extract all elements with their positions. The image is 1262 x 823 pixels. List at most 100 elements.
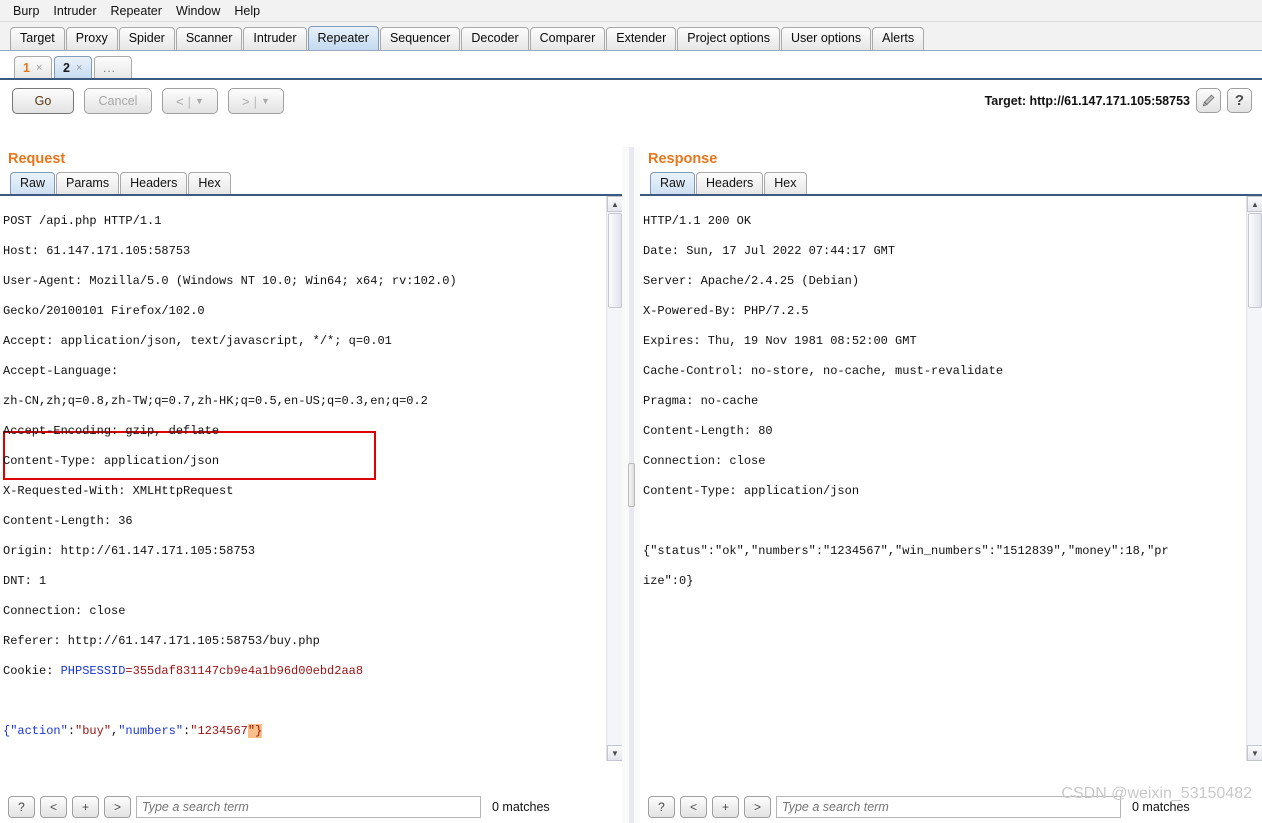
target-area: Target: http://61.147.171.105:58753 ? [985, 88, 1252, 113]
go-button[interactable]: Go [12, 88, 74, 114]
edit-target-button[interactable] [1196, 88, 1221, 113]
menu-bar: Burp Intruder Repeater Window Help [0, 0, 1262, 22]
repeater-tab-strip: 1 × 2 × ... [0, 51, 1262, 80]
search-add-button[interactable]: + [72, 796, 99, 818]
response-tab-raw[interactable]: Raw [650, 172, 696, 194]
request-tab-strip: Raw Params Headers Hex [0, 172, 622, 196]
repeater-tab-2[interactable]: 2 × [54, 56, 92, 78]
request-body-line: {"action":"buy","numbers":"1234567"} [3, 724, 622, 741]
back-button[interactable]: < | ▼ [162, 88, 218, 114]
request-response-panes: Request Raw Params Headers Hex POST /api… [0, 147, 1262, 823]
request-line: Origin: http://61.147.171.105:58753 [3, 544, 256, 558]
response-tab-headers[interactable]: Headers [696, 172, 764, 194]
request-line: POST /api.php HTTP/1.1 [3, 214, 162, 228]
request-tab-raw[interactable]: Raw [10, 172, 56, 194]
tab-extender[interactable]: Extender [606, 27, 677, 50]
request-line: Referer: http://61.147.171.105:58753/buy… [3, 634, 320, 648]
splitter-handle[interactable] [628, 463, 635, 507]
repeater-tab-add[interactable]: ... [94, 56, 132, 78]
request-line: Content-Length: 36 [3, 514, 133, 528]
chevron-right-icon: > [242, 93, 250, 109]
tab-comparer[interactable]: Comparer [529, 27, 606, 50]
response-line: Content-Type: application/json [643, 484, 860, 498]
body-key-numbers: "numbers" [118, 724, 184, 738]
search-prev-button[interactable]: < [680, 796, 707, 818]
search-prev-button[interactable]: < [40, 796, 67, 818]
request-line: X-Requested-With: XMLHttpRequest [3, 484, 234, 498]
request-search-bar: ? < + > 0 matches [0, 793, 622, 823]
request-raw-text[interactable]: POST /api.php HTTP/1.1 Host: 61.147.171.… [0, 196, 622, 761]
cookie-value: 355daf831147cb9e4a1b96d00ebd2aa8 [132, 664, 364, 678]
divider: | [187, 93, 192, 109]
search-next-button[interactable]: > [104, 796, 131, 818]
tab-user-options[interactable]: User options [780, 27, 872, 50]
body-value-buy: "buy" [75, 724, 112, 738]
menu-item-burp[interactable]: Burp [6, 2, 46, 20]
chevron-down-icon[interactable]: ▼ [261, 96, 270, 106]
close-icon[interactable]: × [76, 62, 82, 74]
tab-sequencer[interactable]: Sequencer [379, 27, 461, 50]
body-selection-highlight: "} [247, 724, 263, 738]
menu-item-window[interactable]: Window [169, 2, 227, 20]
response-raw-text[interactable]: HTTP/1.1 200 OK Date: Sun, 17 Jul 2022 0… [640, 196, 1262, 619]
request-line: Gecko/20100101 Firefox/102.0 [3, 304, 205, 318]
pane-splitter[interactable] [622, 147, 640, 823]
scroll-down-arrow[interactable]: ▼ [1247, 745, 1262, 761]
repeater-tab-1[interactable]: 1 × [14, 56, 52, 78]
body-key-action: "action" [10, 724, 68, 738]
search-help-button[interactable]: ? [8, 796, 35, 818]
repeater-tab-2-label: 2 [63, 60, 70, 75]
response-line: Content-Length: 80 [643, 424, 773, 438]
menu-item-repeater[interactable]: Repeater [104, 2, 169, 20]
response-line: Pragma: no-cache [643, 394, 759, 408]
request-tab-headers[interactable]: Headers [120, 172, 188, 194]
ellipsis-icon: ... [103, 60, 117, 75]
request-match-count: 0 matches [492, 800, 550, 814]
request-line: Connection: close [3, 604, 126, 618]
tab-project-options[interactable]: Project options [677, 27, 780, 50]
search-help-button[interactable]: ? [648, 796, 675, 818]
response-tab-strip: Raw Headers Hex [640, 172, 1262, 196]
request-editor[interactable]: POST /api.php HTTP/1.1 Host: 61.147.171.… [0, 196, 622, 761]
response-title: Response [648, 151, 718, 167]
request-line: User-Agent: Mozilla/5.0 (Windows NT 10.0… [3, 274, 457, 288]
tab-scanner[interactable]: Scanner [175, 27, 243, 50]
request-title: Request [8, 151, 66, 167]
request-line: Host: 61.147.171.105:58753 [3, 244, 191, 258]
chevron-down-icon[interactable]: ▼ [195, 96, 204, 106]
tab-repeater[interactable]: Repeater [307, 26, 379, 50]
response-line: X-Powered-By: PHP/7.2.5 [643, 304, 809, 318]
tab-target[interactable]: Target [10, 27, 65, 50]
tab-decoder[interactable]: Decoder [461, 27, 529, 50]
tab-spider[interactable]: Spider [118, 27, 175, 50]
response-line: Expires: Thu, 19 Nov 1981 08:52:00 GMT [643, 334, 917, 348]
forward-button[interactable]: > | ▼ [228, 88, 284, 114]
menu-item-help[interactable]: Help [227, 2, 267, 20]
cancel-button: Cancel [84, 88, 152, 114]
tab-proxy[interactable]: Proxy [65, 27, 118, 50]
tab-intruder[interactable]: Intruder [243, 27, 307, 50]
response-match-count: 0 matches [1132, 800, 1190, 814]
response-search-bar: ? < + > 0 matches [640, 793, 1262, 823]
response-editor[interactable]: HTTP/1.1 200 OK Date: Sun, 17 Jul 2022 0… [640, 196, 1262, 761]
response-line: Date: Sun, 17 Jul 2022 07:44:17 GMT [643, 244, 896, 258]
menu-item-intruder[interactable]: Intruder [46, 2, 103, 20]
search-next-button[interactable]: > [744, 796, 771, 818]
close-icon[interactable]: × [36, 62, 42, 74]
help-button[interactable]: ? [1227, 88, 1252, 113]
request-search-input[interactable] [136, 796, 481, 818]
request-tab-params[interactable]: Params [56, 172, 120, 194]
request-line: Content-Type: application/json [3, 454, 220, 468]
repeater-tab-1-label: 1 [23, 60, 30, 75]
search-add-button[interactable]: + [712, 796, 739, 818]
request-tab-hex[interactable]: Hex [188, 172, 231, 194]
request-pane: Request Raw Params Headers Hex POST /api… [0, 147, 622, 823]
tab-alerts[interactable]: Alerts [872, 27, 925, 50]
response-line: Connection: close [643, 454, 766, 468]
response-tab-hex[interactable]: Hex [764, 172, 807, 194]
response-line: Cache-Control: no-store, no-cache, must-… [643, 364, 1004, 378]
target-label: Target: http://61.147.171.105:58753 [984, 93, 1190, 108]
response-search-input[interactable] [776, 796, 1121, 818]
